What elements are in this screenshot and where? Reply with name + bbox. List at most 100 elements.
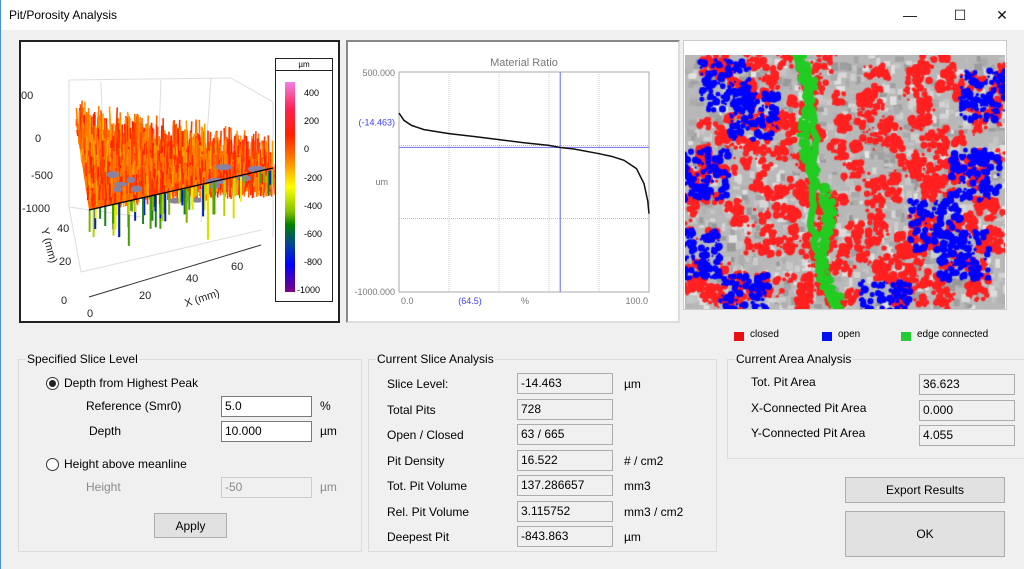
surface-spike <box>228 143 231 165</box>
surface-3d-view[interactable]: 00 0 -500 -1000 40 20 0 0 20 40 60 X (mm) Y (mm) µm … <box>19 40 340 323</box>
x-tick-right: 100.0 <box>625 296 648 306</box>
y-axis-label: um <box>375 177 388 187</box>
surface-spike <box>230 139 233 154</box>
group-title: Specified Slice Level <box>26 352 139 366</box>
surface-spike <box>205 153 209 172</box>
colorbar: µm 400 200 0 -200 -400 -600 -800 -1000 <box>275 58 333 302</box>
z-tick: -1000 <box>22 203 50 215</box>
y-tick-bottom: -1000.000 <box>354 287 395 297</box>
colorbar-tick: -400 <box>304 200 323 211</box>
slice-level-label: (-14.463) <box>358 117 395 127</box>
surface-spike <box>175 123 178 147</box>
depth-from-peak-radio[interactable] <box>46 377 59 390</box>
colorbar-tick: -1000 <box>297 285 321 296</box>
dialog-window: Pit/Porosity Analysis — ☐ ✕ 00 0 -500 -1000… <box>0 0 1024 569</box>
surface-spike <box>211 140 214 166</box>
surface-spike <box>230 178 233 188</box>
surface-spike <box>178 126 182 151</box>
height-unit: µm <box>320 480 337 494</box>
colorbar-tick: 400 <box>304 88 320 98</box>
surface-spike <box>196 165 199 182</box>
legend-swatch-edge <box>901 332 911 341</box>
surface-spike <box>146 175 149 195</box>
x-axis-label: X (mm) <box>183 287 221 310</box>
apply-button[interactable]: Apply <box>154 513 227 538</box>
x-tick-left: 0.0 <box>401 296 414 306</box>
slice-row-unit: mm3 <box>624 479 651 493</box>
surface-spike <box>146 115 150 140</box>
surface-spike <box>209 146 212 168</box>
height-label: Height <box>86 480 121 494</box>
slice-row-value: -14.463 <box>517 373 613 394</box>
surface-spike <box>182 151 186 163</box>
material-ratio-svg: Material Ratio 500.000 -1000.000 (-14.463) u… <box>354 57 650 306</box>
surface-spike <box>121 139 124 153</box>
close-button[interactable]: ✕ <box>979 0 1024 30</box>
surface-hole <box>130 185 143 193</box>
surface-spike <box>146 138 149 156</box>
title-bar: Pit/Porosity Analysis — ☐ ✕ <box>1 0 1024 30</box>
surface-spike <box>141 167 144 196</box>
surface-spike <box>200 126 204 152</box>
surface-spike <box>125 125 128 148</box>
surface-spike <box>142 132 145 149</box>
surface-spike <box>220 153 224 175</box>
height-above-meanline-radio[interactable] <box>46 458 59 471</box>
reference-input[interactable]: 5.0 <box>221 396 312 417</box>
surface-spike <box>79 129 82 149</box>
depth-label: Depth <box>89 424 122 438</box>
z-tick: 00 <box>21 90 33 102</box>
height-above-meanline-label[interactable]: Height above meanline <box>64 457 187 471</box>
area-row-label: X-Connected Pit Area <box>751 400 867 415</box>
area-row-value: 0.000 <box>919 399 1015 421</box>
slice-row-unit: # / cm2 <box>624 453 664 468</box>
grid-line <box>68 77 232 81</box>
ok-button[interactable]: OK <box>845 511 1005 557</box>
surface-spike <box>86 185 90 201</box>
surface-spike <box>124 144 127 172</box>
x-tick: 0 <box>87 308 93 320</box>
legend-open: open <box>838 329 861 340</box>
minimize-button[interactable]: — <box>887 0 933 30</box>
surface-spike <box>81 122 85 149</box>
surface-spike <box>201 160 204 172</box>
surface-spike <box>92 140 96 165</box>
surface-spike <box>178 163 182 181</box>
surface-spike <box>133 123 136 143</box>
plot-area <box>398 71 650 293</box>
slice-row-value: 16.522 <box>517 449 613 471</box>
slice-row-value: 728 <box>517 398 613 420</box>
surface-spike <box>97 106 100 129</box>
colorbar-tick: -600 <box>304 229 323 239</box>
surface-spike <box>138 117 141 140</box>
pit-map-image <box>685 55 1005 309</box>
slice-row-label: Tot. Pit Volume <box>387 479 468 493</box>
surface-spike <box>186 153 190 165</box>
area-row-label: Tot. Pit Area <box>751 375 816 389</box>
maximize-button[interactable]: ☐ <box>937 0 983 30</box>
pit-map-panel <box>683 40 1007 310</box>
surface-spike <box>80 149 83 163</box>
surface-spike <box>149 125 152 151</box>
reference-label: Reference (Smr0) <box>86 399 182 413</box>
depth-input[interactable]: 10.000 <box>221 421 312 442</box>
depth-from-peak-label[interactable]: Depth from Highest Peak <box>64 376 198 390</box>
legend-swatch-open <box>822 332 832 341</box>
surface-spike <box>127 151 130 176</box>
surface-hole <box>215 164 233 171</box>
surface-spike <box>143 143 146 155</box>
legend-swatch-closed <box>734 332 744 341</box>
surface-spike <box>109 140 113 148</box>
export-results-button[interactable]: Export Results <box>845 477 1005 503</box>
surface-spike <box>158 135 161 145</box>
material-ratio-chart[interactable]: Material Ratio 500.000 -1000.000 (-14.463) u… <box>346 40 680 323</box>
surface-spike <box>171 159 175 187</box>
slice-row-value: 137.286657 <box>517 475 613 496</box>
surface-spike <box>249 141 253 168</box>
surface-spike <box>158 161 161 171</box>
y-axis-label: Y (mm) <box>38 227 59 265</box>
surface-spike <box>132 146 136 154</box>
surface-spike <box>108 106 112 134</box>
surface-spike <box>131 131 134 160</box>
colorbar-gradient <box>285 82 295 292</box>
